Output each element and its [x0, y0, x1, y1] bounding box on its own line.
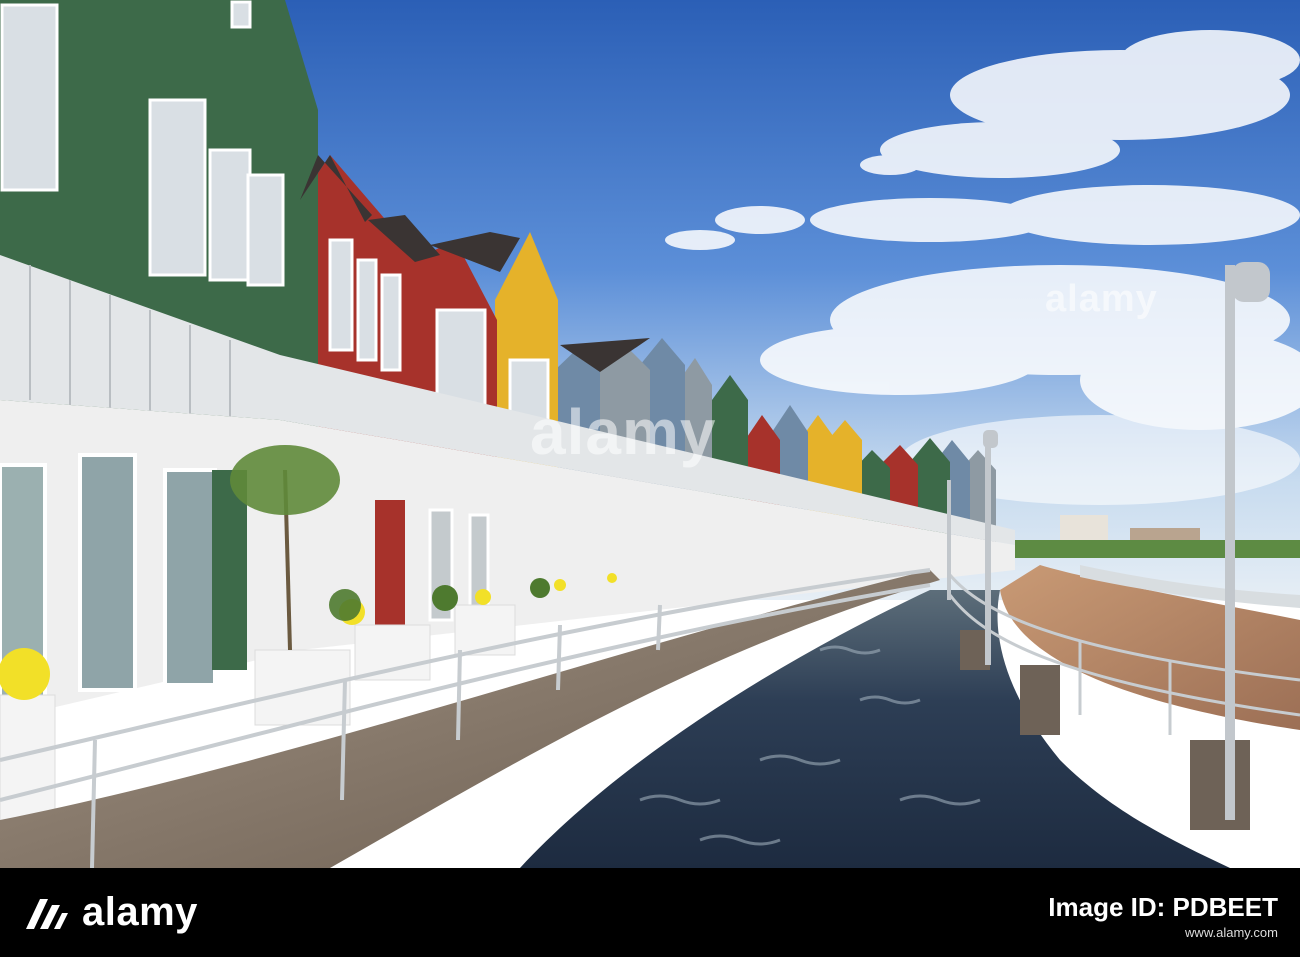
logo-text: alamy [82, 889, 198, 934]
alamy-logo[interactable]: alamy [22, 888, 198, 936]
image-info: Image ID: PDBEET www.alamy.com [1048, 890, 1278, 940]
watermark-right: alamy [1045, 278, 1158, 320]
footer-bar: alamy Image ID: PDBEET www.alamy.com [0, 868, 1300, 957]
image-id: Image ID: PDBEET [1048, 892, 1278, 922]
stock-photo-frame: alamy alamy alamy Image ID: PDBEET www.a… [0, 0, 1300, 957]
alamy-logo-mark-icon [26, 899, 68, 929]
site-url[interactable]: www.alamy.com [1048, 925, 1278, 940]
watermark-center: alamy [530, 396, 717, 468]
